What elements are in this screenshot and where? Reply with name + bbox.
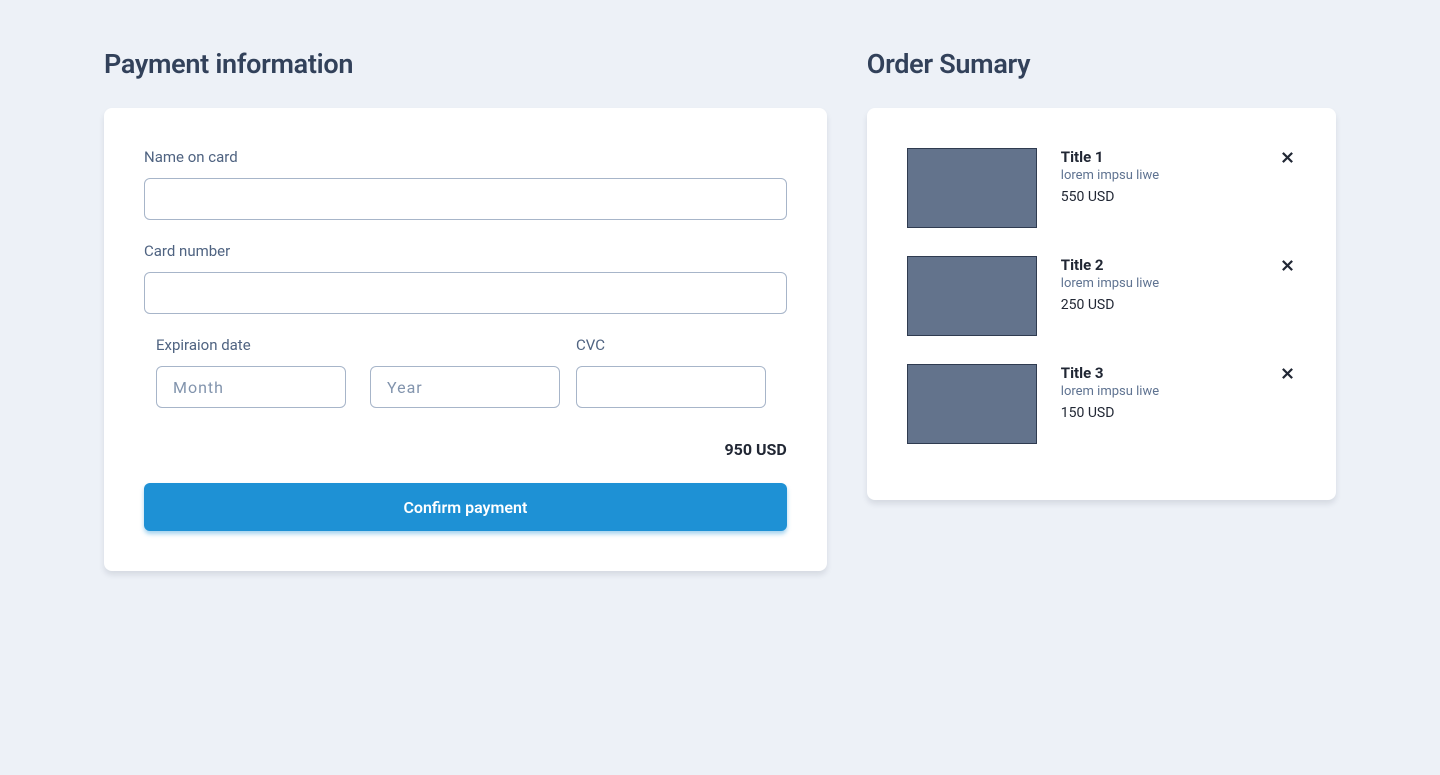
order-summary-card: Title 1 lorem impsu liwe 550 USD Title 2… [867, 108, 1336, 500]
order-item-subtitle: lorem impsu liwe [1061, 168, 1254, 183]
remove-item-button[interactable] [1278, 256, 1296, 274]
name-on-card-field: Name on card [144, 148, 787, 220]
order-item: Title 1 lorem impsu liwe 550 USD [907, 148, 1296, 228]
remove-item-button[interactable] [1278, 364, 1296, 382]
order-item-subtitle: lorem impsu liwe [1061, 384, 1254, 399]
cvc-input[interactable] [576, 366, 766, 408]
close-icon [1281, 151, 1294, 164]
cvc-field: CVC [576, 336, 766, 408]
card-number-field: Card number [144, 242, 787, 314]
expiration-month-input[interactable] [156, 366, 346, 408]
payment-card: Name on card Card number Expiraion date … [104, 108, 827, 571]
order-summary-title: Order Sumary [867, 48, 1336, 80]
order-item-price: 550 USD [1061, 189, 1254, 205]
confirm-payment-button[interactable]: Confirm payment [144, 483, 787, 531]
close-icon [1281, 367, 1294, 380]
order-item-info: Title 3 lorem impsu liwe 150 USD [1061, 364, 1254, 444]
remove-item-button[interactable] [1278, 148, 1296, 166]
expiration-label: Expiraion date [156, 336, 561, 354]
order-item: Title 2 lorem impsu liwe 250 USD [907, 256, 1296, 336]
order-item: Title 3 lorem impsu liwe 150 USD [907, 364, 1296, 444]
order-item-subtitle: lorem impsu liwe [1061, 276, 1254, 291]
payment-total: 950 USD [144, 440, 787, 459]
order-item-info: Title 2 lorem impsu liwe 250 USD [1061, 256, 1254, 336]
name-on-card-label: Name on card [144, 148, 787, 166]
payment-section-title: Payment information [104, 48, 827, 80]
order-item-price: 250 USD [1061, 297, 1254, 313]
order-item-price: 150 USD [1061, 405, 1254, 421]
order-item-title: Title 3 [1061, 364, 1254, 382]
order-item-info: Title 1 lorem impsu liwe 550 USD [1061, 148, 1254, 228]
order-item-thumbnail [907, 256, 1037, 336]
order-item-thumbnail [907, 148, 1037, 228]
order-item-title: Title 2 [1061, 256, 1254, 274]
cvc-label: CVC [576, 336, 766, 354]
order-item-title: Title 1 [1061, 148, 1254, 166]
card-number-input[interactable] [144, 272, 787, 314]
close-icon [1281, 259, 1294, 272]
expiration-cvc-row: Expiraion date CVC [144, 336, 787, 408]
card-number-label: Card number [144, 242, 787, 260]
expiration-year-input[interactable] [370, 366, 560, 408]
order-item-thumbnail [907, 364, 1037, 444]
expiration-field: Expiraion date [156, 336, 561, 408]
name-on-card-input[interactable] [144, 178, 787, 220]
